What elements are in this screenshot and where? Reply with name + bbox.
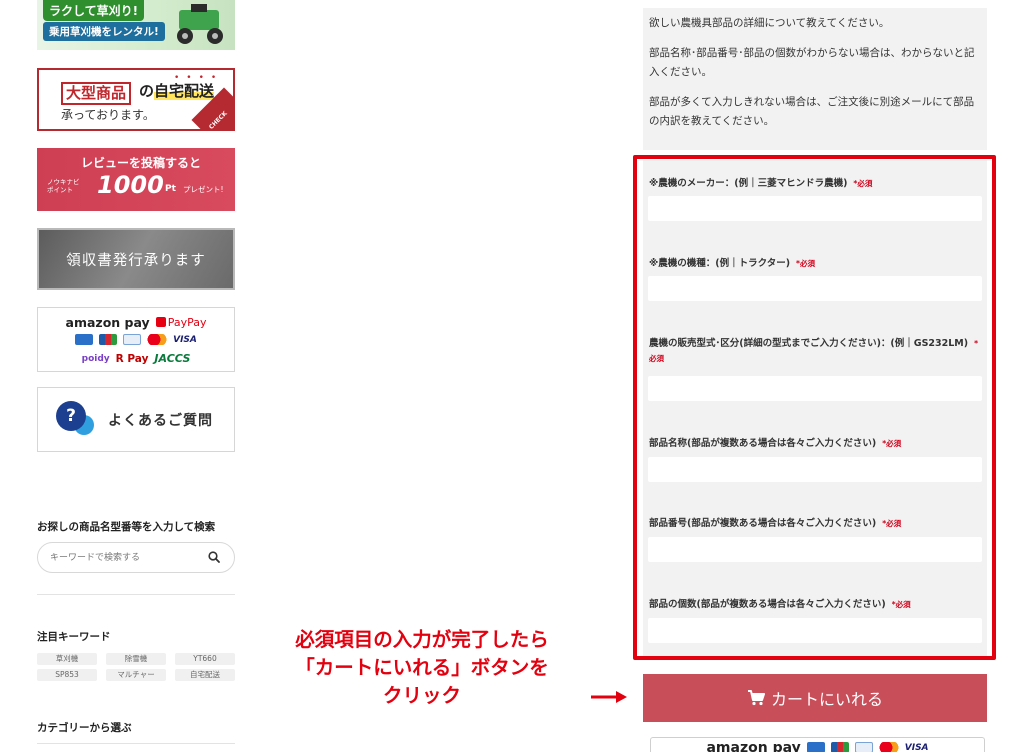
home-delivery-label: の自宅配送: [139, 82, 215, 101]
amazon-pay-logo: amazon pay: [65, 315, 150, 330]
search-icon[interactable]: [208, 551, 220, 563]
arrow-right-icon: [591, 691, 627, 703]
mastercard-icon: [147, 334, 168, 345]
review-points-caption: ノウキナビ ポイント: [47, 178, 80, 194]
paypay-logo: PayPay: [155, 316, 207, 329]
receipt-banner-text: 領収書発行承ります: [66, 253, 206, 269]
parts-description: 欲しい農機具部品の詳細について教えてください。 部品名称･部品番号･部品の個数が…: [643, 8, 987, 150]
mastercard-icon: [878, 742, 899, 752]
mower-banner-subtitle: 乗用草刈機をレンタル!: [43, 22, 165, 41]
large-item-label: 大型商品: [61, 82, 132, 105]
diners-card-icon: [123, 334, 142, 345]
paypay-icon: [155, 317, 166, 327]
payment-row-2: VISA: [38, 334, 234, 345]
faq-banner-text: よくあるご質問: [108, 413, 213, 429]
sidebar-divider: [37, 743, 235, 744]
search-box: [37, 542, 235, 573]
jcb-card-icon: [830, 742, 849, 752]
keyword-tag[interactable]: 草刈機: [37, 653, 97, 665]
receipt-banner[interactable]: 領収書発行承ります: [37, 228, 235, 290]
required-fields-highlight: [633, 155, 996, 660]
review-present-text: プレゼント!: [183, 185, 224, 194]
keyword-tag[interactable]: マルチャー: [106, 669, 166, 681]
sidebar-divider: [37, 594, 235, 595]
keyword-tag[interactable]: SP853: [37, 669, 97, 681]
keyword-tag[interactable]: 自宅配送: [175, 669, 235, 681]
jcb-card-icon: [99, 334, 118, 345]
payment-row-3: poidy R Pay JACCS: [38, 352, 234, 365]
review-points-banner[interactable]: レビューを投稿すると ノウキナビ ポイント 1000 Pt プレゼント!: [37, 148, 235, 211]
diners-card-icon: [854, 742, 873, 752]
question-icon: ?: [56, 401, 86, 431]
instruction-annotation: 必須項目の入力が完了したら 「カートにいれる」ボタンを クリック: [252, 626, 592, 710]
category-heading: カテゴリーから選ぶ: [37, 722, 132, 734]
paypay-label: PayPay: [167, 316, 207, 329]
large-item-subtitle: 承っております。: [61, 108, 155, 122]
amex-card-icon: [806, 742, 825, 752]
mower-rental-banner[interactable]: ラクして草刈り! 乗用草刈機をレンタル!: [37, 0, 235, 50]
keywords-heading: 注目キーワード: [37, 631, 111, 643]
description-line: 欲しい農機具部品の詳細について教えてください。: [649, 17, 890, 29]
description-line: 部品が多くて入力しきれない場合は、ご注文後に別途メールにて部品の内訳を教えてくだ…: [649, 96, 975, 127]
mower-banner-title: ラクして草刈り!: [43, 0, 145, 21]
annotation-line: 必須項目の入力が完了したら: [295, 628, 549, 651]
keyword-tags: 草刈機 除雪機 YT660 SP853 マルチャー 自宅配送: [37, 653, 235, 681]
rakuten-pay-logo: R Pay: [115, 352, 149, 365]
cart-icon: [747, 690, 765, 706]
search-input[interactable]: [50, 549, 200, 567]
payment-methods-banner[interactable]: amazon pay PayPay VISA poidy R Pay JACCS: [37, 307, 235, 372]
particle-text: の: [139, 82, 155, 100]
annotation-line: 「カートにいれる」ボタンを: [295, 656, 549, 679]
faq-banner[interactable]: ? よくあるご質問: [37, 387, 235, 452]
poidy-logo: poidy: [81, 353, 110, 364]
add-to-cart-label: カートにいれる: [770, 690, 883, 709]
description-line: 部品名称･部品番号･部品の個数がわからない場合は、わからないと記入ください。: [649, 47, 975, 78]
review-points-amount: 1000: [97, 171, 164, 199]
keyword-tag[interactable]: YT660: [175, 653, 235, 665]
payment-row-1: amazon pay PayPay: [38, 315, 234, 330]
review-banner-title: レビューを投稿すると: [81, 156, 202, 170]
large-item-delivery-banner[interactable]: •••• 大型商品 の自宅配送 承っております。 CHECK: [37, 68, 235, 131]
annotation-line: クリック: [382, 684, 461, 707]
amex-card-icon: [75, 334, 94, 345]
jaccs-logo: JACCS: [154, 352, 191, 365]
visa-logo: VISA: [904, 742, 929, 752]
riding-mower-image: [177, 4, 223, 44]
search-heading: お探しの商品名型番等を入力して検索: [37, 521, 216, 533]
review-points-unit: Pt: [165, 184, 176, 194]
bottom-payment-logos: amazon pay VISA: [650, 737, 985, 752]
home-delivery-highlight: 自宅配送: [154, 82, 215, 100]
amazon-pay-logo: amazon pay: [706, 739, 801, 752]
keyword-tag[interactable]: 除雪機: [106, 653, 166, 665]
visa-logo: VISA: [173, 334, 197, 345]
add-to-cart-button[interactable]: カートにいれる: [643, 674, 987, 722]
